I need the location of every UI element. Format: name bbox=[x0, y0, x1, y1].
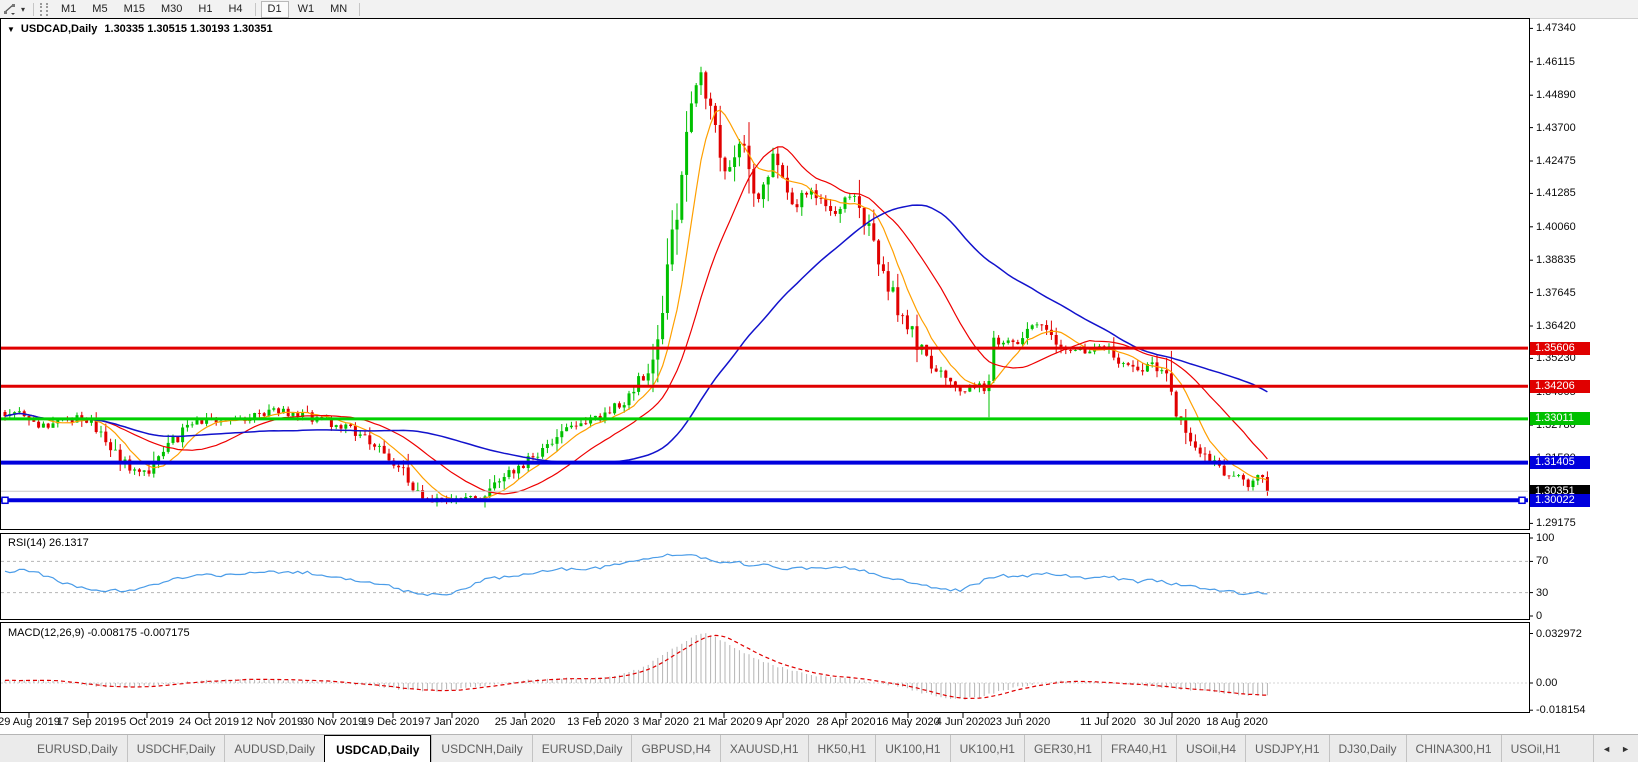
price-axis-label: 1.41285 bbox=[1536, 187, 1576, 200]
price-axis-label: 1.38835 bbox=[1536, 254, 1576, 267]
date-axis-label: 25 Jan 2020 bbox=[494, 716, 556, 728]
chart-tab-usdchf-daily[interactable]: USDCHF,Daily bbox=[126, 735, 225, 762]
date-axis-label: 11 Jul 2020 bbox=[1079, 716, 1137, 728]
chart-tab-hk50-h1[interactable]: HK50,H1 bbox=[807, 735, 876, 762]
price-axis-label: 1.42475 bbox=[1536, 154, 1576, 167]
price-axis-label: 1.37645 bbox=[1536, 286, 1576, 299]
collapse-triangle-icon[interactable]: ▼ bbox=[7, 25, 15, 34]
price-axis-label: 1.36420 bbox=[1536, 319, 1576, 332]
chart-tab-usdcnh-daily[interactable]: USDCNH,Daily bbox=[431, 735, 531, 762]
macd-indicator-label: MACD(12,26,9) -0.008175 -0.007175 bbox=[8, 627, 190, 639]
price-axis-label: 1.47340 bbox=[1536, 22, 1576, 35]
terminal-window: ▾ M1 M5 M15 M30 H1 H4 D1 W1 MN ▼ USDCAD,Daily 1.3… bbox=[0, 0, 1638, 762]
price-axis-label: 1.40060 bbox=[1536, 220, 1576, 233]
chart-tab-xauusd-h1[interactable]: XAUUSD,H1 bbox=[719, 735, 808, 762]
chart-tab-bar: EURUSD,Daily USDCHF,Daily AUDUSD,Daily USDC… bbox=[0, 734, 1638, 762]
macd-histogram bbox=[4, 633, 1268, 700]
date-axis-label: 3 Mar 2020 bbox=[633, 716, 689, 728]
macd-axis-label: 0.00 bbox=[1536, 677, 1558, 689]
rsi-axis-label: 70 bbox=[1536, 555, 1549, 568]
rsi-axis-label: 30 bbox=[1536, 586, 1549, 599]
price-badge-1.35606: 1.35606 bbox=[1530, 341, 1590, 355]
chart-tab-dj30-daily[interactable]: DJ30,Daily bbox=[1328, 735, 1406, 762]
date-axis-label: 23 Jun 2020 bbox=[989, 716, 1051, 728]
chart-tab-uk100-h1[interactable]: UK100,H1 bbox=[949, 735, 1024, 762]
chart-tab-eurusd-daily[interactable]: EURUSD,Daily bbox=[531, 735, 632, 762]
rsi-indicator-label: RSI(14) 26.1317 bbox=[8, 537, 89, 549]
rsi-pane-border bbox=[0, 533, 1530, 620]
price-axis-label: 1.29175 bbox=[1536, 517, 1576, 530]
date-axis-label: 30 Jul 2020 bbox=[1143, 716, 1201, 728]
date-axis-label: 24 Oct 2019 bbox=[179, 716, 239, 728]
chart-tab-usoil-h1[interactable]: USOil,H1 bbox=[1500, 735, 1570, 762]
macd-signal-line bbox=[4, 634, 1268, 700]
chart-tab-china300-h1[interactable]: CHINA300,H1 bbox=[1405, 735, 1501, 762]
chart-tab-audusd-daily[interactable]: AUDUSD,Daily bbox=[224, 735, 324, 762]
rsi-axis-label: 0 bbox=[1536, 610, 1543, 622]
tab-scroll-arrows: ◄ ► bbox=[1593, 735, 1638, 762]
chart-tab-ger30-h1[interactable]: GER30,H1 bbox=[1023, 735, 1101, 762]
price-badge-1.30022: 1.30022 bbox=[1530, 493, 1590, 507]
price-axis-label: 1.46115 bbox=[1536, 55, 1575, 68]
tab-scroll-right-icon[interactable]: ► bbox=[1621, 744, 1630, 754]
chart-tab-fra40-h1[interactable]: FRA40,H1 bbox=[1100, 735, 1176, 762]
tab-bar-padding bbox=[0, 735, 28, 762]
chart-tab-eurusd-daily[interactable]: EURUSD,Daily bbox=[28, 735, 127, 762]
rsi-line bbox=[4, 553, 1268, 597]
date-axis-label: 18 Aug 2020 bbox=[1206, 716, 1268, 728]
date-axis-label: 9 Apr 2020 bbox=[756, 716, 810, 728]
price-axis-label: 1.44890 bbox=[1536, 89, 1576, 102]
chart-tab-gbpusd-h4[interactable]: GBPUSD,H4 bbox=[631, 735, 719, 762]
chart-symbol-label: USDCAD,Daily bbox=[20, 23, 98, 35]
ma-line-21 bbox=[4, 146, 1268, 495]
macd-pane-border bbox=[0, 622, 1530, 713]
main-pane-border bbox=[0, 18, 1530, 530]
chart-tab-usoil-h4[interactable]: USOil,H4 bbox=[1176, 735, 1245, 762]
date-axis-label: 7 Jan 2020 bbox=[424, 716, 480, 728]
price-badge-1.34206: 1.34206 bbox=[1530, 379, 1590, 393]
tab-list: EURUSD,Daily USDCHF,Daily AUDUSD,Daily USDC… bbox=[28, 735, 1570, 762]
date-axis-label: 13 Feb 2020 bbox=[567, 716, 629, 728]
hline-handle[interactable] bbox=[1518, 496, 1526, 505]
ma-line-8 bbox=[4, 109, 1268, 501]
ma-line-55 bbox=[4, 204, 1268, 464]
chart-tab-usdjpy-h1[interactable]: USDJPY,H1 bbox=[1245, 735, 1328, 762]
price-axis-label: 1.43700 bbox=[1536, 121, 1576, 134]
candles-layer bbox=[3, 66, 1269, 508]
chart-ohlc-values: 1.30335 1.30515 1.30193 1.30351 bbox=[104, 23, 273, 35]
chart-tab-usdcad-daily[interactable]: USDCAD,Daily bbox=[324, 735, 432, 762]
chart-symbol-header: ▼ USDCAD,Daily 1.30335 1.30515 1.30193 1.… bbox=[7, 23, 273, 35]
price-badge-1.31405: 1.31405 bbox=[1530, 456, 1590, 470]
tab-scroll-left-icon[interactable]: ◄ bbox=[1602, 744, 1611, 754]
chart-tab-uk100-h1[interactable]: UK100,H1 bbox=[875, 735, 949, 762]
chart-canvas[interactable] bbox=[0, 0, 1638, 762]
price-badge-1.33011: 1.33011 bbox=[1530, 412, 1590, 426]
macd-axis-label: 0.032972 bbox=[1536, 627, 1582, 640]
hline-handle[interactable] bbox=[1, 496, 9, 505]
macd-axis-label: -0.018154 bbox=[1536, 704, 1586, 717]
rsi-axis-label: 100 bbox=[1536, 532, 1555, 544]
